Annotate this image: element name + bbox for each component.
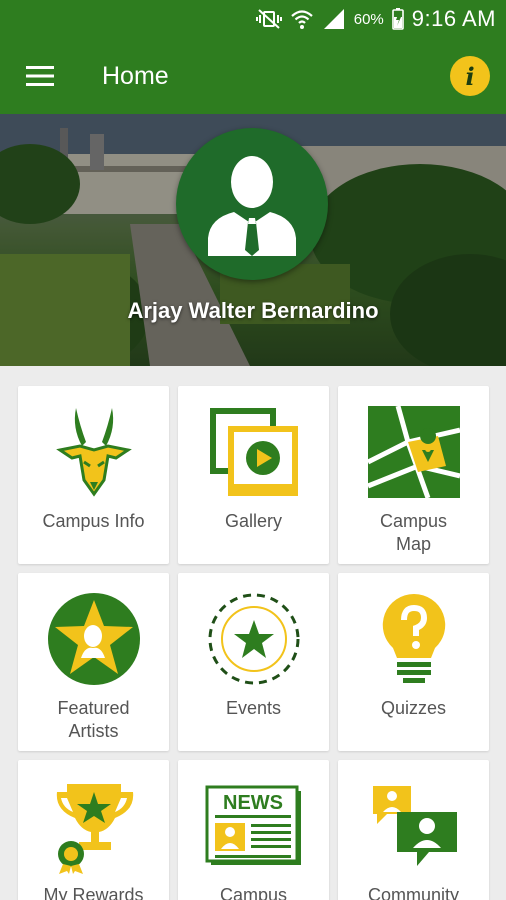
tile-quizzes[interactable]: Quizzes [338,573,489,751]
tile-label: Gallery [224,511,282,531]
tile-label: Campus [219,885,288,900]
avatar[interactable] [176,128,328,280]
tile-label: Community [367,885,460,900]
wifi-icon [290,8,314,30]
antelope-icon [55,408,132,497]
tile-gallery[interactable]: Gallery [178,386,329,564]
tile-label: Events [225,698,282,718]
tile-label: Quizzes [380,698,447,718]
clock: 9:16 AM [411,6,496,31]
gallery-icon [209,408,298,496]
tile-label: Featured Artists [57,698,130,741]
tile-campus-info[interactable]: Campus Info [18,386,169,564]
trophy-icon [56,784,133,874]
page-title: Home [102,61,169,90]
news-icon: NEWS [205,785,301,865]
hamburger-menu-button[interactable] [0,38,80,114]
tile-label: Campus Info [42,511,145,531]
app-bar: Home i [0,38,506,114]
businessman-avatar-icon [208,156,296,256]
chat-icon [372,786,457,866]
info-button[interactable]: i [450,56,490,96]
tile-campus-map[interactable]: Campus Map [338,386,489,564]
battery-percent: 60% [353,10,384,28]
vibrate-mute-icon [255,9,282,29]
battery-icon [391,8,404,30]
map-icon [367,406,460,498]
tile-my-rewards[interactable]: My Rewards [18,760,169,900]
tile-campus-news[interactable]: NEWS Campus [178,760,329,900]
tile-label: My Rewards [43,885,144,900]
tile-events[interactable]: Events [178,573,329,751]
tile-label: Campus Map [379,511,448,554]
tile-featured-artists[interactable]: Featured Artists [18,573,169,751]
featured-artists-icon [47,593,140,685]
profile-name: Arjay Walter Bernardino [127,298,379,323]
tile-community[interactable]: Community [338,760,489,900]
hamburger-icon [26,66,54,86]
profile-banner: Arjay Walter Bernardino [0,114,506,366]
news-icon-text: NEWS [223,792,283,814]
home-menu-grid: Campus Info Gallery Campus Map Featured … [18,386,490,900]
signal-icon [322,8,346,30]
events-icon [208,593,299,685]
status-bar: 60% 9:16 AM [0,0,506,38]
lightbulb-icon [382,593,445,683]
